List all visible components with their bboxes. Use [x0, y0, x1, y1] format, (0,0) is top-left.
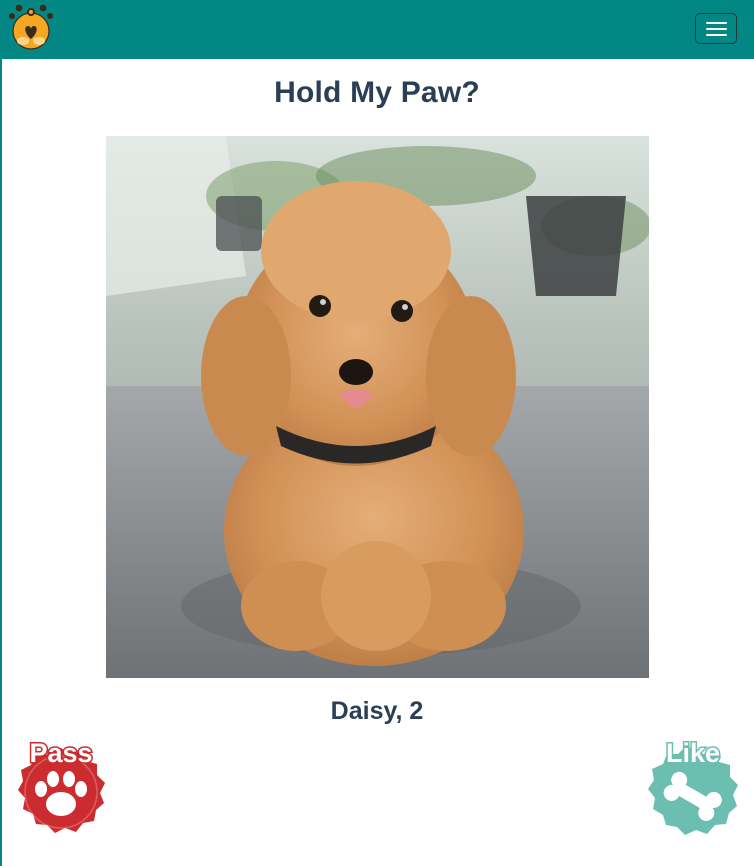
like-label: Like — [666, 738, 720, 768]
top-navbar — [0, 0, 754, 59]
pass-label: Pass — [29, 738, 92, 768]
page-title: Hold My Paw? — [274, 76, 480, 109]
paws-in-love-logo-icon[interactable] — [2, 0, 60, 54]
hamburger-menu-icon — [706, 22, 727, 24]
pet-photo — [106, 136, 649, 678]
pet-name-age: Daisy, 2 — [330, 697, 424, 725]
menu-toggle-button[interactable] — [695, 13, 737, 44]
pass-button[interactable]: Pass — [14, 736, 108, 838]
like-button[interactable]: Like — [644, 736, 742, 838]
